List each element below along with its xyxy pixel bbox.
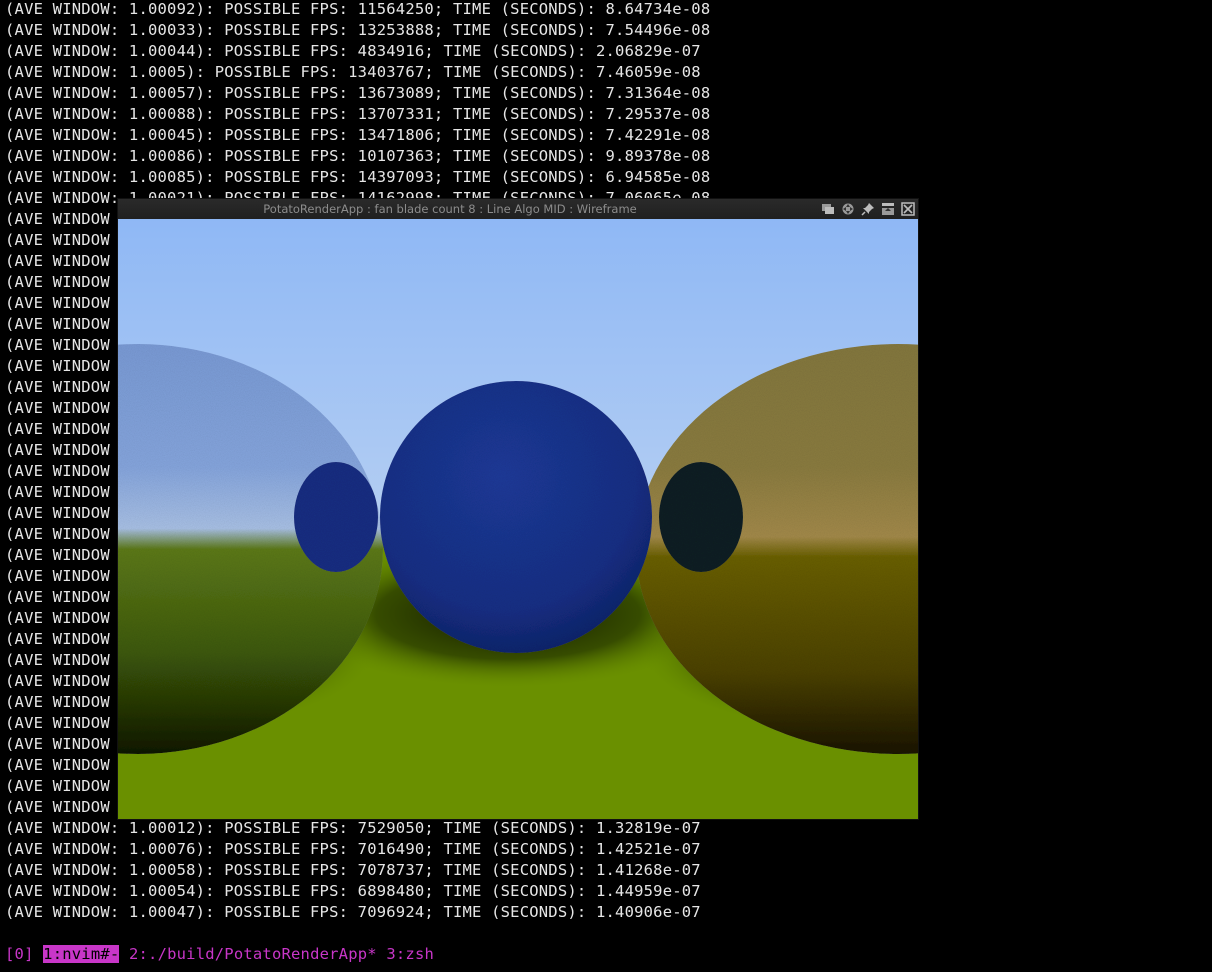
terminal-line: (AVE WINDOW: 1.00086): POSSIBLE FPS: 101…: [5, 147, 711, 165]
terminal-line: (AVE WINDOW: [5, 399, 110, 417]
terminal-line: (AVE WINDOW: [5, 420, 110, 438]
terminal-line: (AVE WINDOW: [5, 567, 110, 585]
terminal-line: (AVE WINDOW: 1.00044): POSSIBLE FPS: 483…: [5, 42, 701, 60]
terminal-line: (AVE WINDOW: 1.00057): POSSIBLE FPS: 136…: [5, 84, 711, 102]
terminal-line: (AVE WINDOW: 1.00045): POSSIBLE FPS: 134…: [5, 126, 711, 144]
terminal-line: (AVE WINDOW: [5, 483, 110, 501]
terminal-line: (AVE WINDOW: [5, 798, 110, 816]
terminal-line: (AVE WINDOW: [5, 714, 110, 732]
terminal-line: (AVE WINDOW: 1.00076): POSSIBLE FPS: 701…: [5, 840, 701, 858]
left-sphere-reflection: [294, 462, 378, 572]
tmux-session-label: [0]: [5, 945, 34, 963]
minimize-icon[interactable]: [820, 201, 836, 217]
terminal-line: (AVE WINDOW: 1.00058): POSSIBLE FPS: 707…: [5, 861, 701, 879]
terminal-line: (AVE WINDOW: [5, 210, 110, 228]
terminal-line: (AVE WINDOW: [5, 315, 110, 333]
terminal-line: (AVE WINDOW: 1.00047): POSSIBLE FPS: 709…: [5, 903, 701, 921]
tmux-status-bar: [0] 1:nvim#- 2:./build/PotatoRenderApp* …: [0, 943, 1212, 965]
terminal-line: (AVE WINDOW: [5, 525, 110, 543]
terminal-line: (AVE WINDOW: [5, 735, 110, 753]
pin-icon[interactable]: [860, 201, 876, 217]
tmux-window-3[interactable]: 3:zsh: [386, 945, 434, 963]
render-window-title: PotatoRenderApp : fan blade count 8 : Li…: [263, 202, 637, 216]
terminal-line: (AVE WINDOW: [5, 672, 110, 690]
terminal-line: (AVE WINDOW: [5, 630, 110, 648]
terminal-line: (AVE WINDOW: [5, 252, 110, 270]
terminal-line: (AVE WINDOW: [5, 441, 110, 459]
terminal-line: (AVE WINDOW: [5, 756, 110, 774]
terminal-line: (AVE WINDOW: [5, 462, 110, 480]
terminal-line: (AVE WINDOW: [5, 693, 110, 711]
render-viewport[interactable]: [118, 219, 918, 819]
terminal-line: (AVE WINDOW: [5, 546, 110, 564]
terminal-line: (AVE WINDOW: [5, 357, 110, 375]
center-blue-sphere: [380, 381, 652, 653]
render-window[interactable]: PotatoRenderApp : fan blade count 8 : Li…: [118, 199, 918, 819]
tmux-window-2[interactable]: 2:./build/PotatoRenderApp*: [129, 945, 377, 963]
terminal-line: (AVE WINDOW: 1.0005): POSSIBLE FPS: 1340…: [5, 63, 701, 81]
terminal-line: (AVE WINDOW: 1.00033): POSSIBLE FPS: 132…: [5, 21, 711, 39]
terminal-line: (AVE WINDOW: 1.00088): POSSIBLE FPS: 137…: [5, 105, 711, 123]
terminal-line: (AVE WINDOW: 1.00012): POSSIBLE FPS: 752…: [5, 819, 701, 837]
terminal-line: (AVE WINDOW: [5, 378, 110, 396]
terminal-line: (AVE WINDOW: [5, 777, 110, 795]
maximize-icon[interactable]: [880, 201, 896, 217]
tmux-window-1[interactable]: 1:nvim#-: [43, 945, 120, 963]
terminal-line: (AVE WINDOW: [5, 588, 110, 606]
terminal-line: (AVE WINDOW: [5, 231, 110, 249]
terminal-line: (AVE WINDOW: [5, 651, 110, 669]
move-icon[interactable]: [840, 201, 856, 217]
terminal-line: (AVE WINDOW: [5, 294, 110, 312]
terminal-line: (AVE WINDOW: [5, 273, 110, 291]
terminal-line: (AVE WINDOW: [5, 609, 110, 627]
render-window-titlebar[interactable]: PotatoRenderApp : fan blade count 8 : Li…: [118, 199, 918, 219]
rendered-scene: [118, 219, 918, 819]
close-icon[interactable]: [900, 201, 916, 217]
right-sphere-reflection: [659, 462, 743, 572]
terminal-line: (AVE WINDOW: [5, 336, 110, 354]
terminal-line: (AVE WINDOW: 1.00085): POSSIBLE FPS: 143…: [5, 168, 711, 186]
terminal-line: (AVE WINDOW: 1.00092): POSSIBLE FPS: 115…: [5, 0, 711, 18]
terminal-line: (AVE WINDOW: 1.00054): POSSIBLE FPS: 689…: [5, 882, 701, 900]
terminal-line: (AVE WINDOW: [5, 504, 110, 522]
